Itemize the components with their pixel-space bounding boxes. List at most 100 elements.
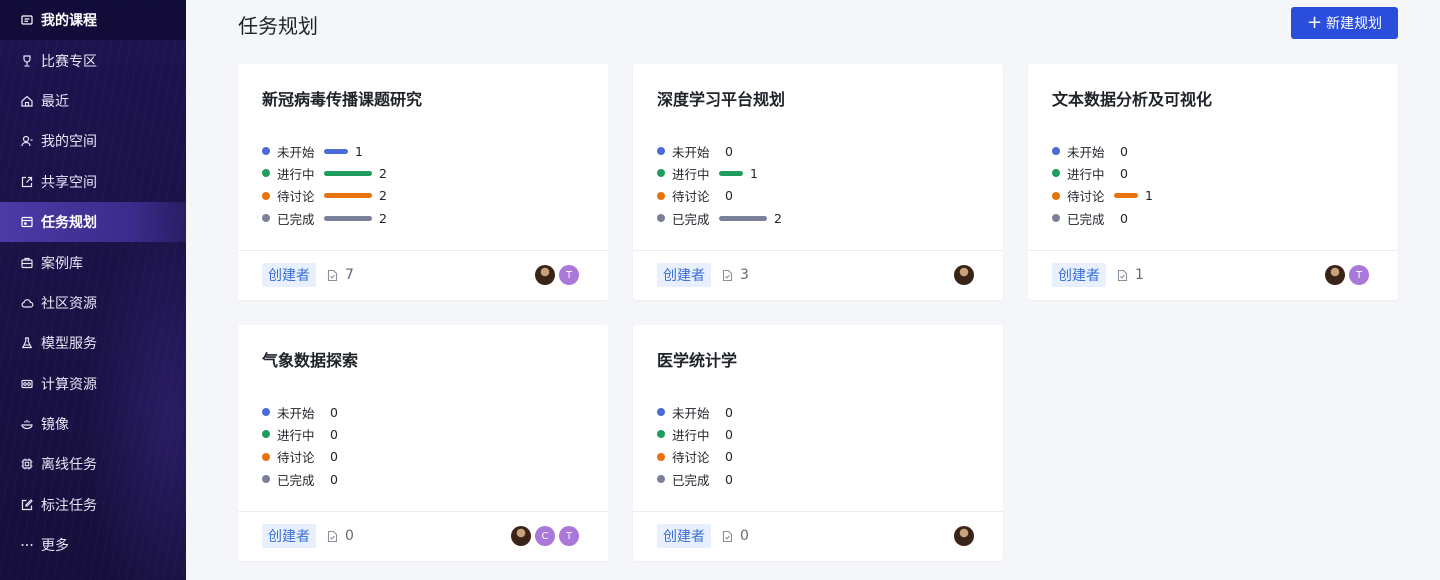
status-count: 0 (725, 426, 733, 442)
card-footer: 创建者 0 (657, 524, 979, 548)
status-dot (262, 430, 270, 439)
status-count: 1 (1145, 188, 1153, 204)
card-footer: 创建者 1 T (1052, 263, 1374, 287)
status-bar (324, 148, 348, 154)
sidebar-item-10[interactable]: 镜像 (0, 404, 186, 444)
sidebar-item-label: 模型服务 (41, 336, 97, 353)
divider (238, 250, 608, 251)
avatar-group (950, 265, 974, 285)
status-count: 0 (725, 449, 733, 465)
status-label: 已完成 (277, 472, 315, 488)
card-title[interactable]: 医学统计学 (657, 347, 737, 371)
status-dot (657, 191, 665, 200)
plan-card[interactable]: 气象数据探索 未开始 0 进行中 0 待讨论 0 已完成 0 创建者 0 C T (238, 325, 608, 561)
sidebar-item-11[interactable]: 离线任务 (0, 444, 186, 484)
status-list: 未开始 0 进行中 0 待讨论 1 已完成 0 (1052, 140, 1153, 229)
doc-count-value: 0 (740, 528, 749, 544)
status-count: 0 (725, 471, 733, 487)
role-badge: 创建者 (657, 263, 711, 287)
status-label: 已完成 (277, 211, 315, 227)
sidebar-item-label: 更多 (41, 538, 69, 555)
plan-card[interactable]: 深度学习平台规划 未开始 0 进行中 1 待讨论 0 已完成 2 创建者 3 (633, 64, 1003, 300)
status-label: 未开始 (277, 144, 315, 160)
plan-card[interactable]: 新冠病毒传播课题研究 未开始 1 进行中 2 待讨论 2 已完成 2 创建者 7 T (238, 64, 608, 300)
status-label: 未开始 (672, 405, 710, 421)
status-count: 2 (379, 188, 387, 204)
sidebar-item-label: 我的空间 (41, 134, 97, 151)
status-row: 已完成 0 (262, 468, 338, 490)
status-row: 未开始 0 (657, 401, 733, 423)
status-dot (657, 430, 665, 439)
status-label: 待讨论 (672, 450, 710, 466)
avatar[interactable]: C (535, 526, 555, 546)
status-row: 进行中 1 (657, 162, 782, 184)
sidebar: 我的课程 比赛专区 最近我的空间共享空间 任务规划 案例库 社区资源模型服务计算资源 镜像离… (0, 0, 186, 580)
avatar-group: CT (507, 526, 579, 546)
avatar[interactable] (511, 526, 531, 546)
document-icon (327, 530, 338, 542)
status-dot (657, 452, 665, 461)
status-bar (324, 170, 372, 176)
role-badge: 创建者 (1052, 263, 1106, 287)
sidebar-item-0[interactable]: 我的课程 (0, 0, 186, 41)
doc-count: 0 (721, 528, 749, 544)
sidebar-item-9[interactable]: 计算资源 (0, 364, 186, 404)
status-label: 待讨论 (277, 450, 315, 466)
avatar[interactable]: T (559, 265, 579, 285)
plan-card[interactable]: 医学统计学 未开始 0 进行中 0 待讨论 0 已完成 0 创建者 0 (633, 325, 1003, 561)
status-label: 已完成 (672, 472, 710, 488)
sidebar-item-3[interactable]: 我的空间 (0, 121, 186, 161)
new-plan-label: 新建规划 (1326, 16, 1383, 32)
status-row: 已完成 0 (657, 468, 733, 490)
status-count: 0 (330, 449, 338, 465)
avatar-group: T (531, 265, 579, 285)
status-count: 0 (330, 426, 338, 442)
doc-count: 7 (326, 267, 354, 283)
avatar[interactable] (535, 265, 555, 285)
status-dot (262, 147, 270, 156)
card-title[interactable]: 深度学习平台规划 (657, 86, 785, 110)
page-title: 任务规划 (238, 14, 318, 38)
status-row: 待讨论 0 (657, 446, 733, 468)
sidebar-item-8[interactable]: 模型服务 (0, 323, 186, 363)
new-plan-button[interactable]: + 新建规划 (1291, 7, 1398, 39)
sidebar-item-5[interactable]: 任务规划 (0, 201, 186, 243)
status-row: 已完成 2 (262, 207, 387, 229)
trophy-icon (20, 54, 34, 68)
sidebar-item-7[interactable]: 社区资源 (0, 283, 186, 323)
status-row: 未开始 0 (657, 140, 782, 162)
avatar[interactable] (1325, 265, 1345, 285)
sidebar-item-4[interactable]: 共享空间 (0, 162, 186, 202)
status-bar (1114, 193, 1138, 199)
status-bar (324, 215, 372, 221)
sidebar-item-12[interactable]: 标注任务 (0, 485, 186, 525)
doc-count-value: 3 (740, 267, 749, 283)
avatar[interactable]: T (1349, 265, 1369, 285)
card-title[interactable]: 气象数据探索 (262, 347, 358, 371)
status-label: 已完成 (1067, 211, 1105, 227)
status-row: 已完成 0 (1052, 207, 1153, 229)
avatar[interactable] (954, 526, 974, 546)
sidebar-item-6[interactable]: 案例库 (0, 242, 186, 282)
avatar[interactable] (954, 265, 974, 285)
home-icon (20, 94, 34, 108)
status-label: 进行中 (1067, 166, 1105, 182)
status-count: 2 (774, 210, 782, 226)
role-badge: 创建者 (262, 263, 316, 287)
status-dot (1052, 214, 1060, 223)
avatar[interactable]: T (559, 526, 579, 546)
card-title[interactable]: 文本数据分析及可视化 (1052, 86, 1212, 110)
doc-count: 1 (1116, 267, 1144, 283)
sidebar-item-13[interactable]: 更多 (0, 525, 186, 565)
plus-icon: + (1306, 12, 1323, 33)
sidebar-item-1[interactable]: 比赛专区 (0, 40, 186, 80)
status-row: 进行中 0 (1052, 162, 1153, 184)
card-footer: 创建者 3 (657, 263, 979, 287)
sidebar-item-2[interactable]: 最近 (0, 81, 186, 121)
status-count: 1 (750, 165, 758, 181)
status-count: 0 (1120, 143, 1128, 159)
status-label: 未开始 (1067, 144, 1105, 160)
plan-card[interactable]: 文本数据分析及可视化未开始 0 进行中 0 待讨论 1 已完成 0 创建者 1 T (1028, 64, 1398, 300)
status-label: 待讨论 (1067, 189, 1105, 205)
card-title[interactable]: 新冠病毒传播课题研究 (262, 86, 422, 110)
